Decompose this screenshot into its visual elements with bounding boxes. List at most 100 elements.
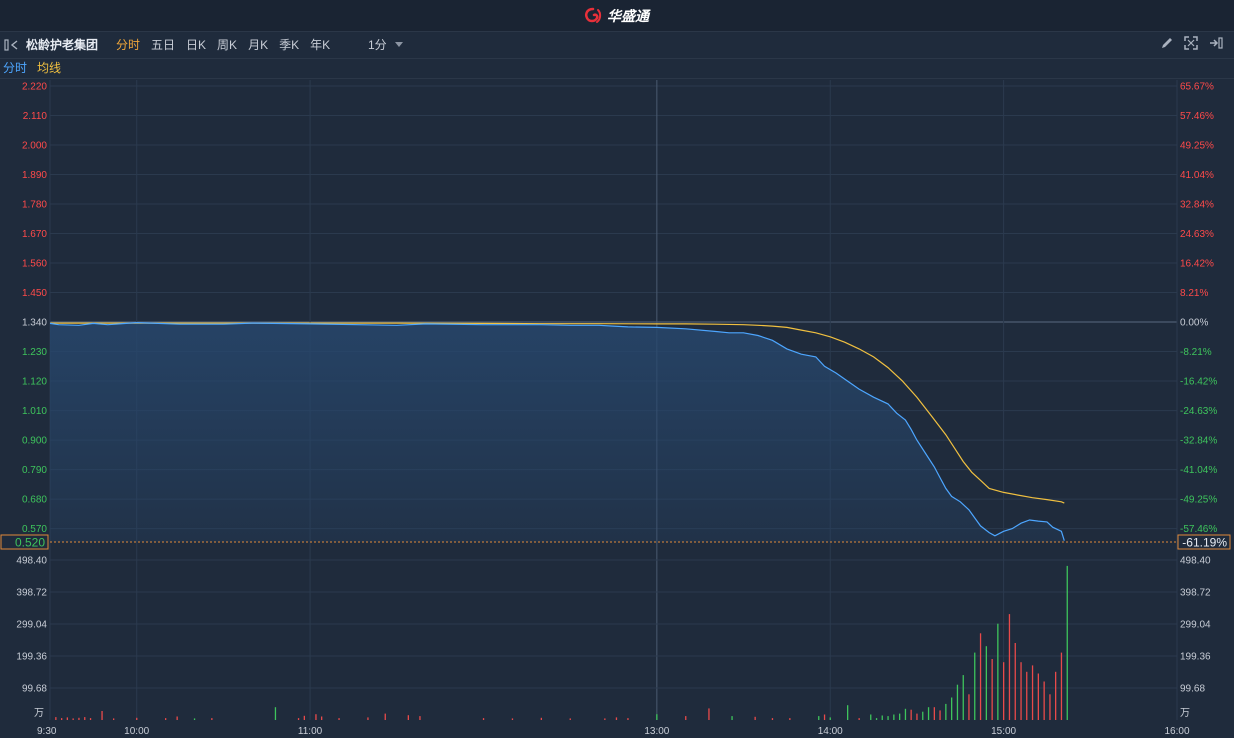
- volume-tick-label-right: 498.40: [1180, 556, 1211, 567]
- tab-1[interactable]: 五日: [147, 37, 182, 53]
- tab-2[interactable]: 日K: [182, 37, 213, 53]
- price-tick-label: 2.220: [22, 82, 47, 93]
- volume-bar: [1037, 673, 1039, 720]
- price-tick-label: 0.790: [22, 465, 47, 476]
- volume-tick-label: 299.04: [16, 620, 47, 631]
- volume-bar: [338, 718, 340, 720]
- volume-bar: [829, 717, 831, 720]
- volume-bar: [176, 716, 178, 720]
- current-pct-label: -61.19%: [1182, 536, 1227, 550]
- volume-bar: [627, 718, 629, 720]
- price-tick-label: 2.000: [22, 141, 47, 152]
- volume-bar: [1014, 643, 1016, 720]
- top-bar: 华盛通: [0, 0, 1234, 32]
- volume-bar: [847, 705, 849, 720]
- period-tabs: 分时 五日 日K 周K 月K 季K 年K: [112, 37, 337, 53]
- price-tick-label: 0.570: [22, 524, 47, 535]
- volume-bar: [904, 708, 907, 720]
- volume-bar: [84, 717, 86, 720]
- volume-bar: [910, 709, 912, 720]
- chevron-down-icon: [394, 42, 403, 47]
- price-area: [50, 322, 1065, 542]
- interval-select[interactable]: 1分: [368, 37, 403, 53]
- collapse-panel-icon[interactable]: [4, 39, 20, 51]
- price-tick-label: 1.230: [22, 347, 47, 358]
- price-tick-label: 1.890: [22, 170, 47, 181]
- legend-bar: 分时 均线: [0, 59, 1234, 79]
- price-tick-label: 1.450: [22, 288, 47, 299]
- volume-tick-label: 199.36: [16, 652, 47, 663]
- pct-tick-label: 65.67%: [1180, 82, 1214, 93]
- axis-labels: 2.220 65.67% 2.110 57.46% 2.000 49.25% 1.890 41…: [0, 82, 1231, 737]
- volume-bar: [1003, 662, 1005, 720]
- price-tick-label: 0.680: [22, 495, 47, 506]
- price-tick-label: 1.120: [22, 377, 47, 388]
- volume-bar: [968, 694, 970, 720]
- price-area-fill: [50, 322, 1065, 542]
- volume-bar: [974, 652, 976, 720]
- price-tick-label: 1.780: [22, 200, 47, 211]
- tab-5[interactable]: 季K: [275, 37, 306, 53]
- draw-pencil-icon[interactable]: [1160, 36, 1174, 50]
- tab-6[interactable]: 年K: [306, 37, 337, 53]
- volume-tick-label: 398.72: [16, 588, 47, 599]
- volume-bar: [89, 718, 92, 720]
- volume-bar: [113, 718, 115, 720]
- volume-bar: [927, 707, 930, 720]
- time-tick-label: 14:00: [818, 726, 843, 737]
- volume-bar: [274, 707, 277, 720]
- pct-tick-label: 41.04%: [1180, 170, 1214, 181]
- volume-bar: [569, 718, 571, 720]
- volume-bar: [899, 713, 901, 720]
- price-tick-label: 1.340: [22, 318, 47, 329]
- price-lines: [49, 321, 1177, 543]
- volume-bar: [315, 714, 317, 720]
- tab-4[interactable]: 月K: [244, 37, 275, 53]
- pct-tick-label: 24.63%: [1180, 229, 1214, 240]
- volume-bar: [1043, 681, 1045, 720]
- brand-name: 华盛通: [607, 8, 649, 24]
- volume-bars: [55, 565, 1068, 720]
- price-tick-label: 1.560: [22, 259, 47, 270]
- volume-bar: [211, 718, 213, 720]
- volume-bar: [367, 717, 369, 720]
- time-tick-label: 9:30: [37, 726, 57, 737]
- volume-bar: [511, 718, 514, 720]
- volume-bar: [870, 714, 872, 720]
- exit-panel-icon[interactable]: [1208, 36, 1224, 50]
- legend-average[interactable]: 均线: [37, 61, 61, 76]
- volume-bar: [615, 717, 618, 720]
- volume-bar: [604, 718, 606, 720]
- pct-tick-label: -49.25%: [1180, 495, 1217, 506]
- volume-bar: [685, 716, 687, 720]
- tab-0[interactable]: 分时: [112, 37, 147, 53]
- pct-tick-label: 32.84%: [1180, 200, 1214, 211]
- price-line: [49, 321, 1065, 541]
- legend-intraday[interactable]: 分时: [3, 61, 27, 76]
- volume-bar: [1020, 662, 1022, 720]
- price-tick-label: 0.900: [22, 436, 47, 447]
- intraday-chart: 2.220 65.67% 2.110 57.46% 2.000 49.25% 1.890 41…: [0, 80, 1231, 737]
- volume-bar: [945, 703, 947, 720]
- tab-3[interactable]: 周K: [213, 37, 244, 53]
- pct-tick-label: -57.46%: [1180, 524, 1217, 535]
- volume-bar: [823, 714, 826, 720]
- volume-bar: [962, 675, 964, 720]
- pct-tick-label: -32.84%: [1180, 436, 1217, 447]
- volume-bar: [540, 717, 542, 720]
- volume-bar: [321, 716, 323, 720]
- volume-bar: [933, 707, 935, 720]
- volume-bar: [916, 713, 918, 720]
- volume-tick-label-right: 199.36: [1180, 652, 1211, 663]
- volume-bar: [1049, 694, 1051, 720]
- volume-bar: [997, 623, 999, 720]
- pct-tick-label: -8.21%: [1180, 347, 1212, 358]
- volume-bar: [754, 716, 756, 720]
- volume-bar: [656, 714, 658, 720]
- fullscreen-icon[interactable]: [1184, 36, 1198, 50]
- volume-bar: [101, 711, 103, 720]
- volume-bar: [1066, 565, 1068, 720]
- time-tick-label: 15:00: [991, 726, 1016, 737]
- pct-tick-label: 8.21%: [1180, 288, 1208, 299]
- volume-bar: [72, 718, 74, 720]
